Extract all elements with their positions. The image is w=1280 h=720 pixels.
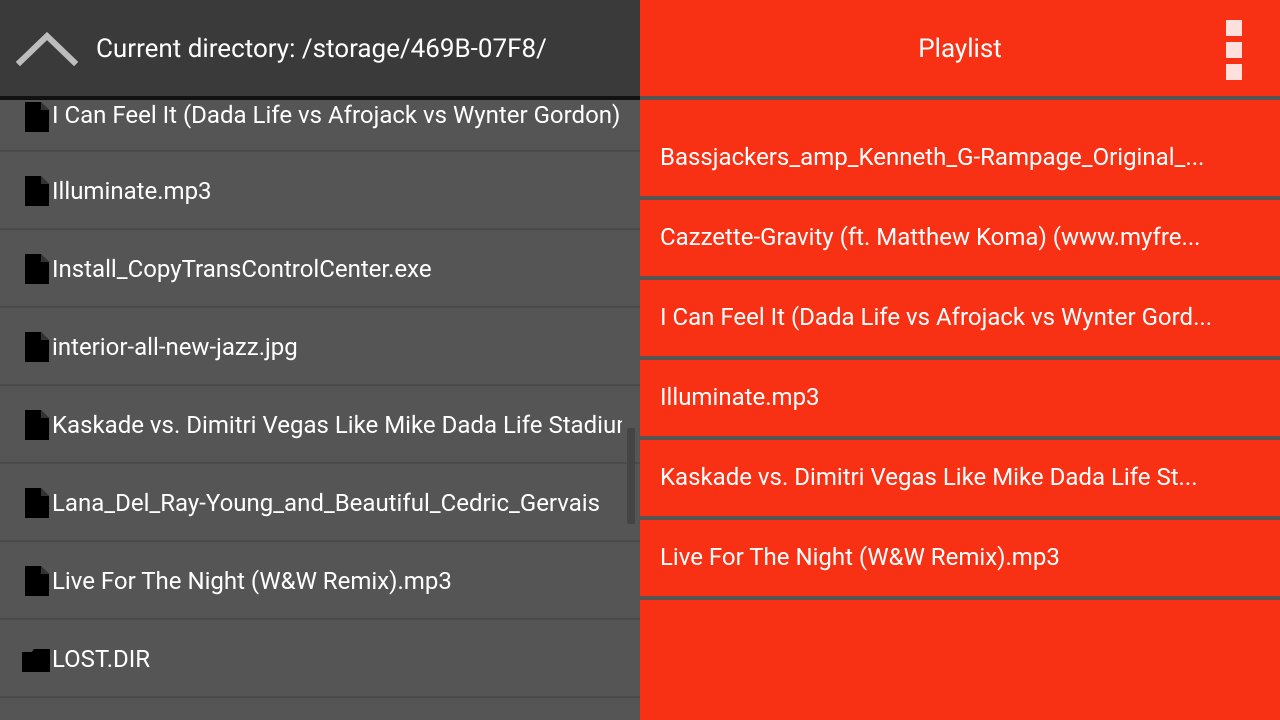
playlist-header: Playlist [640,0,1280,100]
playlist-item[interactable]: Illuminate.mp3 [640,360,1280,440]
overflow-menu-icon[interactable] [1222,18,1246,82]
file-name-label: interior-all-new-jazz.jpg [52,333,298,361]
file-icon [25,410,49,440]
file-icon [25,254,49,284]
current-directory-title: Current directory: /storage/469B-07F8/ [96,34,547,64]
playlist-item-label: I Can Feel It (Dada Life vs Afrojack vs … [660,303,1213,331]
file-list-item[interactable]: I Can Feel It (Dada Life vs Afrojack vs … [0,100,640,152]
playlist-item-label: Kaskade vs. Dimitri Vegas Like Mike Dada… [660,463,1198,491]
playlist-item[interactable]: Cazzette-Gravity (ft. Matthew Koma) (www… [640,200,1280,280]
chevron-up-icon [16,31,78,66]
file-list: I Can Feel It (Dada Life vs Afrojack vs … [0,100,640,698]
playlist-item[interactable]: Kaskade vs. Dimitri Vegas Like Mike Dada… [640,440,1280,520]
playlist-item-label: Live For The Night (W&W Remix).mp3 [660,543,1060,571]
file-icon [25,566,49,596]
folder-list-item[interactable]: LOST.DIR [0,620,640,698]
playlist-item-label: Bassjackers_amp_Kenneth_G-Rampage_Origin… [660,143,1205,171]
scrollbar-thumb[interactable] [627,428,635,524]
file-name-label: LOST.DIR [52,645,151,673]
playlist-list: Bassjackers_amp_Kenneth_G-Rampage_Origin… [640,120,1280,600]
playlist-panel: Playlist Bassjackers_amp_Kenneth_G-Rampa… [640,0,1280,720]
playlist-title: Playlist [918,34,1002,64]
folder-icon [22,649,50,672]
file-icon [25,176,49,206]
file-browser-panel: I Can Feel It (Dada Life vs Afrojack vs … [0,0,640,720]
file-list-item[interactable]: Lana_Del_Ray-Young_and_Beautiful_Cedric_… [0,464,640,542]
file-list-item[interactable]: Install_CopyTransControlCenter.exe [0,230,640,308]
playlist-item[interactable]: Bassjackers_amp_Kenneth_G-Rampage_Origin… [640,120,1280,200]
playlist-item-label: Cazzette-Gravity (ft. Matthew Koma) (www… [660,223,1201,251]
file-browser-header: Current directory: /storage/469B-07F8/ [0,0,640,100]
file-name-label: Install_CopyTransControlCenter.exe [52,255,432,283]
file-list-item[interactable]: Live For The Night (W&W Remix).mp3 [0,542,640,620]
file-list-item[interactable]: Illuminate.mp3 [0,152,640,230]
file-icon [25,332,49,362]
playlist-item[interactable]: I Can Feel It (Dada Life vs Afrojack vs … [640,280,1280,360]
playlist-item[interactable]: Live For The Night (W&W Remix).mp3 [640,520,1280,600]
file-name-label: Illuminate.mp3 [52,177,212,205]
file-icon [25,102,49,132]
file-icon [25,488,49,518]
file-list-item[interactable]: Kaskade vs. Dimitri Vegas Like Mike Dada… [0,386,640,464]
file-name-label: Lana_Del_Ray-Young_and_Beautiful_Cedric_… [52,489,600,517]
file-name-label: Kaskade vs. Dimitri Vegas Like Mike Dada… [52,411,622,439]
file-list-item[interactable]: interior-all-new-jazz.jpg [0,308,640,386]
file-name-label: I Can Feel It (Dada Life vs Afrojack vs … [52,101,622,129]
playlist-item-label: Illuminate.mp3 [660,383,820,411]
navigate-up-button[interactable] [14,26,80,70]
file-name-label: Live For The Night (W&W Remix).mp3 [52,567,452,595]
